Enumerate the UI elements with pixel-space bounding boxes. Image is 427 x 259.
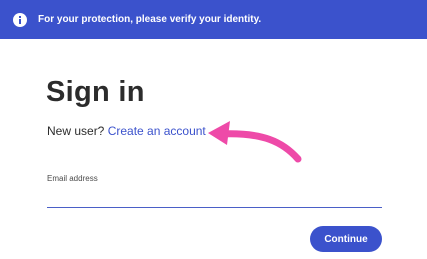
page-title: Sign in bbox=[46, 76, 145, 108]
pink-arrow-icon bbox=[208, 121, 302, 163]
email-field[interactable] bbox=[47, 188, 382, 208]
new-user-prompt: New user? bbox=[47, 124, 105, 138]
info-icon bbox=[13, 12, 27, 27]
continue-button[interactable]: Continue bbox=[310, 226, 382, 252]
email-label: Email address bbox=[47, 174, 98, 183]
banner-text: For your protection, please verify your … bbox=[38, 14, 262, 25]
create-account-link[interactable]: Create an account bbox=[108, 124, 206, 138]
protection-banner: For your protection, please verify your … bbox=[0, 0, 427, 39]
new-user-line: New user? Create an account bbox=[47, 124, 206, 138]
